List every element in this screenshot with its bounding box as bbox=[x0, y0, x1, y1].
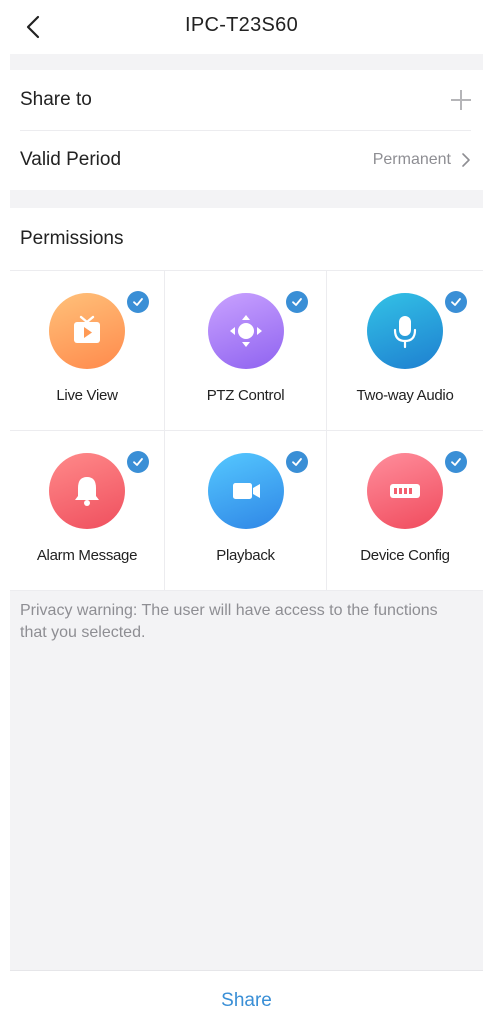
device-config-icon bbox=[390, 484, 420, 498]
permission-label: Playback bbox=[216, 547, 275, 564]
ptz-control-icon-circle bbox=[207, 291, 308, 369]
page-title: IPC-T23S60 bbox=[184, 14, 299, 36]
permission-label: Two-way Audio bbox=[356, 387, 454, 404]
checkmark-icon[interactable] bbox=[285, 451, 308, 473]
permission-label: Device Config bbox=[360, 547, 450, 564]
valid-period-label: Valid Period bbox=[20, 149, 122, 170]
permission-live-view[interactable]: Live View bbox=[10, 271, 165, 431]
valid-period-value-group: Permanent bbox=[373, 151, 471, 169]
checkmark-icon[interactable] bbox=[127, 451, 149, 473]
tv-icon bbox=[74, 315, 100, 343]
valid-period-value: Permanent bbox=[372, 151, 451, 168]
permission-ptz-control[interactable]: PTZ Control bbox=[165, 271, 327, 431]
permissions-title: Permissions bbox=[20, 228, 124, 249]
permission-alarm-message[interactable]: Alarm Message bbox=[10, 431, 165, 591]
permission-playback[interactable]: Playback bbox=[165, 431, 327, 591]
checkmark-icon[interactable] bbox=[127, 291, 149, 313]
video-camera-icon bbox=[232, 483, 260, 499]
privacy-warning-text: Privacy warning: The user will have acce… bbox=[20, 602, 438, 641]
permission-two-way-audio[interactable]: Two-way Audio bbox=[327, 271, 483, 431]
checkmark-icon[interactable] bbox=[445, 451, 467, 473]
alarm-message-icon-circle bbox=[49, 451, 149, 529]
device-config-icon-circle bbox=[367, 451, 467, 529]
bell-icon bbox=[75, 477, 99, 506]
two-way-audio-icon-circle bbox=[367, 291, 467, 369]
permission-label: Live View bbox=[56, 387, 118, 404]
chevron-right-icon bbox=[462, 153, 470, 167]
share-to-row[interactable]: Share to bbox=[20, 70, 471, 130]
share-to-label: Share to bbox=[20, 89, 92, 110]
footer-bar: Share bbox=[10, 970, 483, 1010]
ptz-direction-icon bbox=[229, 315, 262, 347]
permissions-card: Permissions Live View PTZ Control Two-wa… bbox=[10, 208, 483, 591]
permission-label: PTZ Control bbox=[206, 387, 285, 404]
header-bar: IPC-T23S60 bbox=[0, 0, 483, 54]
valid-period-row[interactable]: Valid Period Permanent bbox=[20, 130, 471, 190]
permission-label: Alarm Message bbox=[36, 547, 138, 564]
playback-icon-circle bbox=[207, 451, 308, 529]
permissions-grid: Live View PTZ Control Two-way Audio Alar… bbox=[10, 270, 483, 591]
share-button[interactable]: Share bbox=[10, 990, 483, 1010]
plus-icon[interactable] bbox=[451, 90, 471, 110]
share-settings-card: Share to Valid Period Permanent bbox=[10, 70, 483, 190]
permission-device-config[interactable]: Device Config bbox=[327, 431, 483, 591]
live-view-icon-circle bbox=[49, 291, 149, 369]
checkmark-icon[interactable] bbox=[285, 291, 308, 313]
checkmark-icon[interactable] bbox=[445, 291, 467, 313]
microphone-icon bbox=[393, 316, 417, 349]
